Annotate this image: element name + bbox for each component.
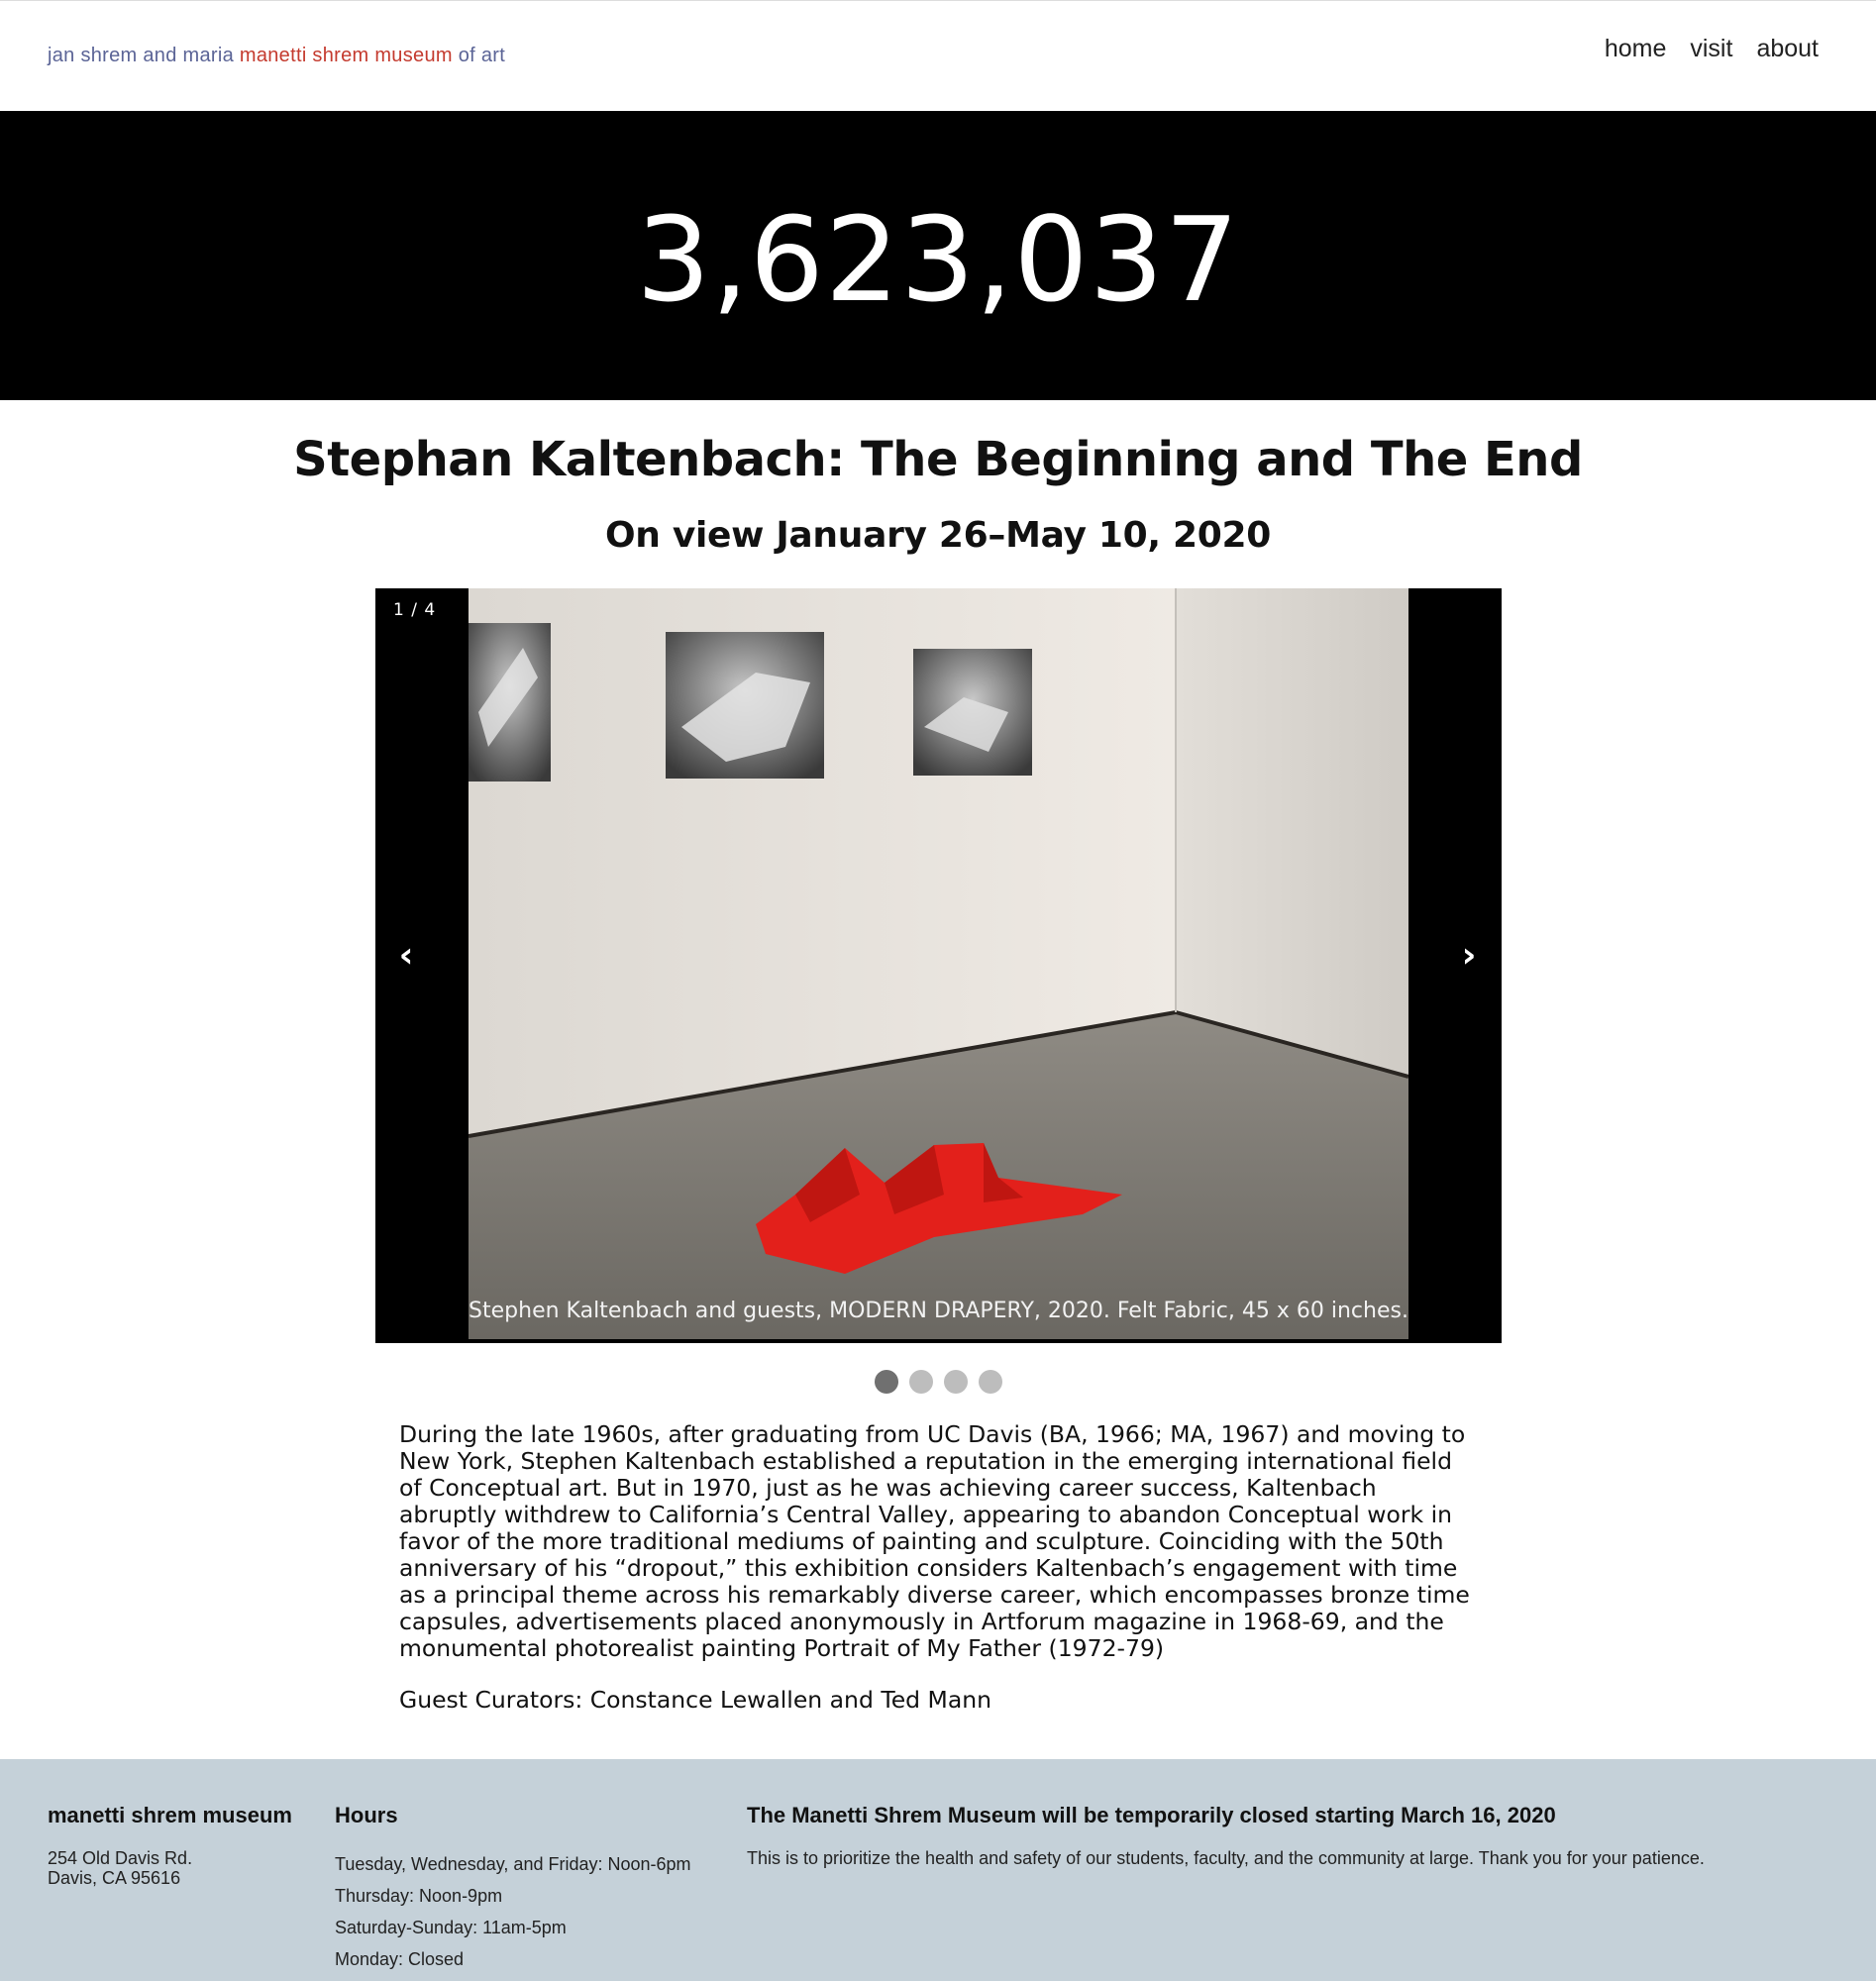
slide-dot-1[interactable] [874,1370,898,1394]
closure-notice-text: This is to prioritize the health and saf… [747,1848,1705,1868]
image-slider: 1 / 4 ‹ › Stephen Kaltenbach and guests,… [375,588,1502,1343]
closure-notice-heading: The Manetti Shrem Museum will be tempora… [747,1803,1556,1827]
nav-visit-link[interactable]: visit [1690,35,1732,63]
slider-pagination [0,1370,1876,1394]
hours-line: Thursday: Noon-9pm [335,1886,503,1906]
hours-line: Monday: Closed [335,1949,465,1969]
chevron-right-icon[interactable]: › [1454,935,1484,976]
footer-museum-heading: manetti shrem museum [48,1803,292,1827]
logo-prefix: jan shrem and maria [48,45,240,66]
slide-dot-3[interactable] [943,1370,968,1394]
site-footer: manetti shrem museum 254 Old Davis Rd. D… [0,1759,1876,1981]
slide-caption: Stephen Kaltenbach and guests, MODERN DR… [469,1299,1408,1323]
exhibition-description: During the late 1960s, after graduating … [399,1420,1470,1662]
hours-line: Saturday-Sunday: 11am-5pm [335,1918,567,1937]
site-logo[interactable]: jan shrem and maria manetti shrem museum… [48,45,505,67]
slide-counter: 1 / 4 [393,600,437,620]
visitor-counter: 3,623,037 [636,191,1240,328]
site-header: jan shrem and maria manetti shrem museum… [0,0,1876,111]
footer-address-line-2: Davis, CA 95616 [48,1868,181,1888]
exhibition-title: Stephan Kaltenbach: The Beginning and Th… [293,432,1583,487]
main-nav: home visit about [1605,35,1819,63]
counter-banner: 3,623,037 [0,111,1876,400]
nav-about-link[interactable]: about [1756,35,1819,63]
slide-dot-4[interactable] [978,1370,1002,1394]
logo-suffix: of art [452,45,506,66]
footer-museum-info: manetti shrem museum 254 Old Davis Rd. D… [48,1803,292,1888]
slide-dot-2[interactable] [908,1370,933,1394]
footer-address-line-1: 254 Old Davis Rd. [48,1848,193,1868]
footer-hours-heading: Hours [335,1803,398,1827]
nav-home-link[interactable]: home [1605,35,1667,63]
slide-image [469,588,1408,1339]
footer-hours: Hours Tuesday, Wednesday, and Friday: No… [335,1803,691,1975]
logo-brand: manetti shrem museum [239,45,453,66]
chevron-left-icon[interactable]: ‹ [391,935,421,976]
exhibition-dates: On view January 26–May 10, 2020 [604,515,1272,556]
footer-closure-notice: The Manetti Shrem Museum will be tempora… [747,1803,1705,1868]
hours-line: Tuesday, Wednesday, and Friday: Noon-6pm [335,1854,691,1874]
guest-curators: Guest Curators: Constance Lewallen and T… [399,1686,992,1714]
